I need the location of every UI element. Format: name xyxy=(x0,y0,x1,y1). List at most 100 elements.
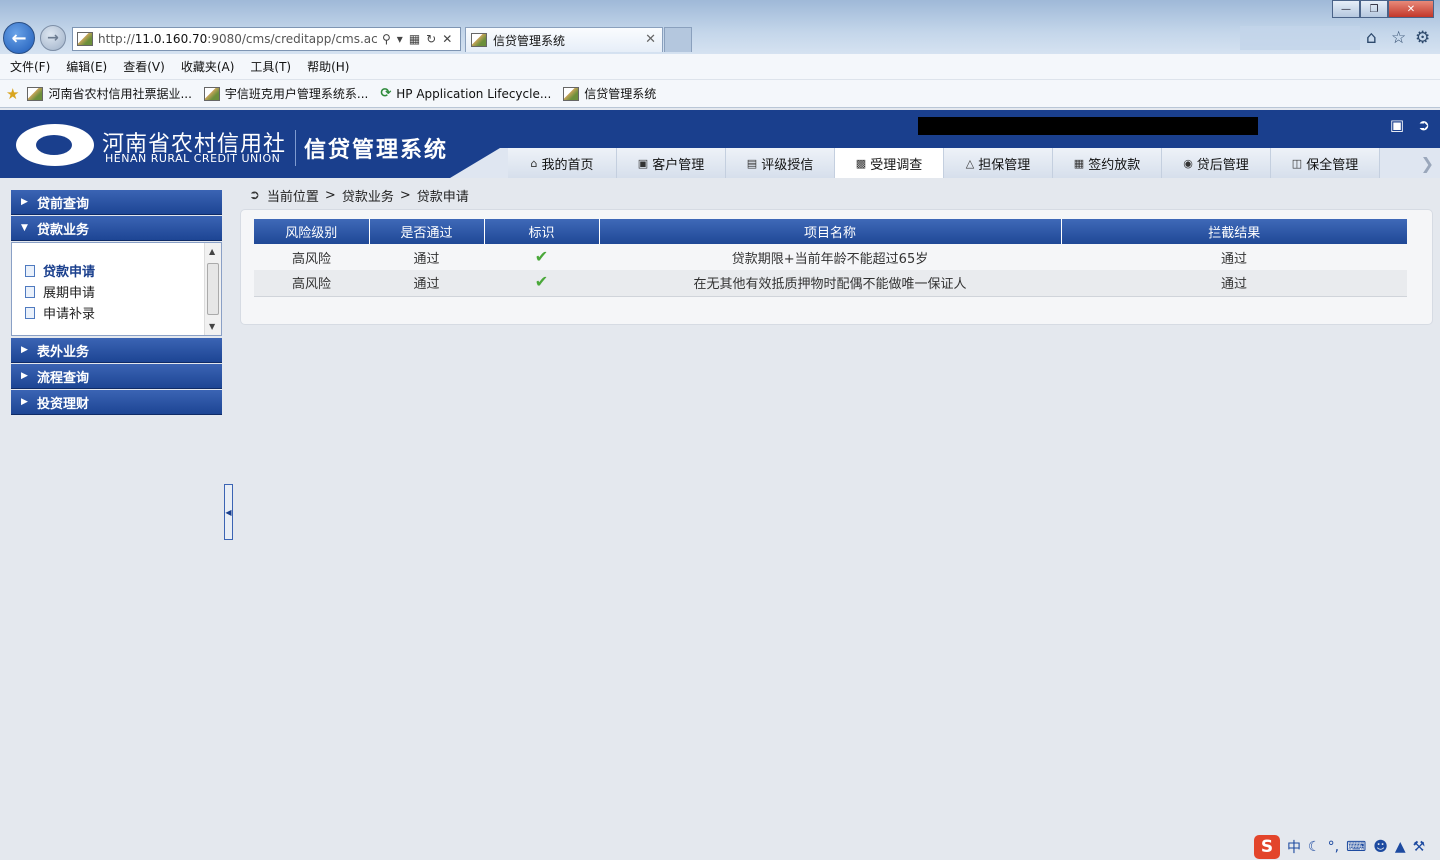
menu-favorites[interactable]: 收藏夹(A) xyxy=(181,58,235,75)
collapse-left-icon: ◀ xyxy=(225,507,232,517)
tab-label: 保全管理 xyxy=(1306,157,1359,173)
tab-label: 受理调查 xyxy=(870,158,923,173)
menu-edit[interactable]: 编辑(E) xyxy=(66,58,107,75)
sidebar-section-investment[interactable]: ▶ 投资理财 xyxy=(11,390,222,415)
tab-rating[interactable]: ▤ 评级授信 xyxy=(726,148,835,178)
breadcrumb: ➲ 当前位置 > 贷款业务 > 贷款申请 xyxy=(249,186,469,205)
table-row[interactable]: 高风险 通过 ✔ 在无其他有效抵质押物时配偶不能做唯一保证人 通过 xyxy=(254,270,1407,297)
url-text[interactable]: http://11.0.160.70:9080/cms/creditapp/cm… xyxy=(98,32,378,46)
keyboard-icon[interactable]: ⌨ xyxy=(1346,839,1366,855)
sidebar-section-pre-loan-query[interactable]: ▶ 贷前查询 xyxy=(11,190,222,215)
sidebar-scrollbar[interactable]: ▲ ▼ xyxy=(204,243,221,335)
favorites-star-icon[interactable]: ☆ xyxy=(1391,28,1406,48)
moon-icon[interactable]: ☾ xyxy=(1308,839,1321,855)
tab-survey[interactable]: ▩ 受理调查 xyxy=(835,148,944,178)
tab-post-loan[interactable]: ◉ 贷后管理 xyxy=(1162,148,1271,178)
favorite-link[interactable]: 河南省农村信用社票据业... xyxy=(27,85,192,102)
sogou-ime-logo-icon[interactable]: S xyxy=(1254,835,1280,859)
menu-view[interactable]: 查看(V) xyxy=(123,58,165,75)
new-tab-button[interactable] xyxy=(664,27,692,52)
tab-guarantee[interactable]: △ 担保管理 xyxy=(944,148,1053,178)
scroll-down-icon[interactable]: ▼ xyxy=(209,322,215,331)
favorite-link[interactable]: 宇信班克用户管理系统系... xyxy=(203,85,368,102)
tab-home[interactable]: ⌂ 我的首页 xyxy=(508,148,617,178)
ime-mode-label[interactable]: 中 xyxy=(1287,837,1301,857)
sidebar-collapse-handle[interactable]: ◀ xyxy=(224,484,233,540)
favorite-link[interactable]: ⟳ HP Application Lifecycle... xyxy=(380,86,551,101)
cell-passed: 通过 xyxy=(369,244,484,270)
nav-scroll-right-icon[interactable]: ❯ xyxy=(1421,154,1434,173)
compat-view-icon[interactable]: ▦ xyxy=(409,32,420,46)
cell-item-name: 在无其他有效抵质押物时配偶不能做唯一保证人 xyxy=(599,270,1061,297)
breadcrumb-item: 贷款业务 xyxy=(341,190,394,205)
location-icon: ➲ xyxy=(249,188,260,203)
tab-label: 担保管理 xyxy=(978,157,1031,173)
breadcrumb-separator: > xyxy=(324,188,336,203)
search-icon[interactable]: ⚲ xyxy=(382,32,391,46)
contract-icon: ▦ xyxy=(1073,156,1085,170)
logo-emblem-icon xyxy=(16,124,94,166)
punctuation-icon[interactable]: °, xyxy=(1328,839,1339,855)
column-header-item-name: 项目名称 xyxy=(599,219,1062,244)
favorite-link[interactable]: 信贷管理系统 xyxy=(563,85,656,102)
settings-gear-icon[interactable]: ⚙ xyxy=(1415,28,1430,48)
address-bar[interactable]: http://11.0.160.70:9080/cms/creditapp/cm… xyxy=(72,27,461,51)
cell-item-name: 贷款期限+当前年龄不能超过65岁 xyxy=(599,244,1061,270)
favorites-star-icon[interactable]: ★ xyxy=(6,85,19,103)
window-controls: — ❐ ✕ xyxy=(1332,0,1434,18)
cell-passed: 通过 xyxy=(369,270,484,297)
preservation-icon: ◫ xyxy=(1291,156,1303,170)
restore-button[interactable]: ❐ xyxy=(1360,0,1388,18)
menu-file[interactable]: 文件(F) xyxy=(10,58,50,75)
expand-triangle-icon: ▶ xyxy=(21,197,28,207)
close-window-button[interactable]: ✕ xyxy=(1388,0,1434,18)
tab-customer[interactable]: ▣ 客户管理 xyxy=(617,148,726,178)
url-rest: :9080/cms/creditapp/cms.actic xyxy=(207,32,378,46)
tab-favicon-icon xyxy=(471,33,487,47)
scrollbar-thumb[interactable] xyxy=(207,263,219,315)
home-icon[interactable]: ⌂ xyxy=(1366,28,1377,48)
tab-label: 贷后管理 xyxy=(1196,157,1249,173)
section-label: 表外业务 xyxy=(37,344,90,360)
link-label: 贷款申请 xyxy=(43,265,96,280)
menu-help[interactable]: 帮助(H) xyxy=(307,58,349,75)
tab-preservation[interactable]: ◫ 保全管理 xyxy=(1271,148,1380,178)
sidebar-section-process-query[interactable]: ▶ 流程查询 xyxy=(11,364,222,389)
document-icon xyxy=(25,306,35,319)
browser-tab[interactable]: 信贷管理系统 ✕ xyxy=(465,27,663,52)
risk-check-table: 风险级别 是否通过 标识 项目名称 拦截结果 高风险 通过 ✔ 贷款期限+当前年… xyxy=(254,219,1407,297)
favorite-favicon-icon xyxy=(203,86,220,101)
breadcrumb-separator: > xyxy=(399,188,411,203)
minimize-button[interactable]: — xyxy=(1332,0,1360,18)
sidebar-item-loan-application[interactable]: 贷款申请 xyxy=(25,261,95,280)
cell-result: 通过 xyxy=(1061,244,1407,270)
sidebar-item-application-supplement[interactable]: 申请补录 xyxy=(25,303,95,322)
system-name: 信贷管理系统 xyxy=(304,138,449,163)
tab-label: 签约放款 xyxy=(1088,157,1141,173)
stop-icon[interactable]: ✕ xyxy=(442,32,452,46)
page-favicon-icon xyxy=(77,32,93,46)
link-label: 展期申请 xyxy=(43,286,96,301)
forward-button[interactable]: → xyxy=(40,25,66,51)
scroll-up-icon[interactable]: ▲ xyxy=(209,247,215,256)
refresh-favicon-icon: ⟳ xyxy=(380,86,392,101)
wrench-icon[interactable]: ⚒ xyxy=(1413,839,1426,855)
tab-close-icon[interactable]: ✕ xyxy=(645,32,656,47)
dropdown-icon[interactable]: ▾ xyxy=(397,32,403,46)
section-label: 贷前查询 xyxy=(37,196,90,212)
expand-triangle-icon: ▶ xyxy=(21,345,28,355)
skin-shirt-icon[interactable]: ▲ xyxy=(1395,839,1406,855)
monitor-icon[interactable]: ▣ xyxy=(1390,116,1404,134)
logout-icon[interactable]: ➲ xyxy=(1417,116,1430,134)
user-icon[interactable]: ☻ xyxy=(1373,839,1388,855)
tab-contract[interactable]: ▦ 签约放款 xyxy=(1053,148,1162,178)
column-header-result: 拦截结果 xyxy=(1061,219,1407,244)
menu-tools[interactable]: 工具(T) xyxy=(250,58,291,75)
back-button[interactable]: ← xyxy=(3,22,35,54)
table-row[interactable]: 高风险 通过 ✔ 贷款期限+当前年龄不能超过65岁 通过 xyxy=(254,244,1407,270)
sidebar-section-off-balance[interactable]: ▶ 表外业务 xyxy=(11,338,222,363)
sidebar: ▶ 贷前查询 ▼ 贷款业务 贷款申请 展期申请 申请补录 ▲ ▼ ▶ 表外业务 ▶ 流程… xyxy=(11,190,222,416)
refresh-icon[interactable]: ↻ xyxy=(426,32,436,46)
sidebar-item-extension-application[interactable]: 展期申请 xyxy=(25,282,95,301)
sidebar-section-loan-business[interactable]: ▼ 贷款业务 xyxy=(11,216,222,241)
